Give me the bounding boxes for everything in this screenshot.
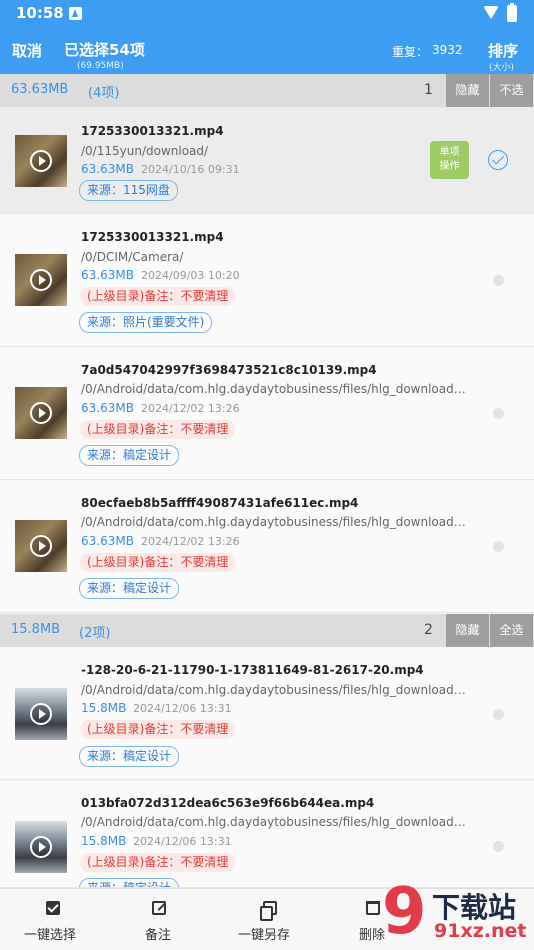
video-thumbnail[interactable] (15, 520, 67, 572)
unchecked-icon[interactable] (493, 275, 504, 286)
source-tag[interactable]: 来源：稿定设计 (79, 746, 180, 767)
group-index: 1 (424, 82, 433, 98)
source-tag[interactable]: 来源：稿定设计 (79, 445, 180, 466)
file-date: 2024/12/06 13:31 (133, 702, 232, 715)
group-index: 2 (424, 622, 433, 638)
source-tag[interactable]: 来源：115网盘 (79, 180, 178, 201)
single-operation-button[interactable]: 单项 操作 (430, 141, 469, 179)
app-bar: 取消 已选择54项 (69.95MB) 重复： 3932 排序 (大小) (0, 28, 534, 74)
file-path: /0/DCIM/Camera/ (81, 250, 184, 264)
wifi-icon (483, 6, 499, 19)
note-action[interactable]: 备注 (106, 889, 213, 950)
source-tag[interactable]: 来源：照片(重要文件) (79, 312, 213, 333)
file-size: 63.63MB (81, 401, 134, 415)
file-path: /0/115yun/download/ (81, 144, 209, 158)
note-label: 备注 (145, 928, 172, 943)
group-header: 15.8MB (2项) 2 隐藏 全选 (0, 614, 534, 647)
duplicate-label: 重复： (392, 45, 429, 59)
cancel-button[interactable]: 取消 (12, 40, 42, 61)
watermark-nine: 9 (382, 875, 427, 949)
video-thumbnail[interactable] (15, 135, 67, 187)
group-hide-button[interactable]: 隐藏 (446, 614, 489, 647)
file-size: 63.63MB (81, 162, 134, 176)
file-date: 2024/09/03 10:20 (141, 269, 240, 282)
app-notification-icon (69, 7, 82, 20)
file-path: /0/Android/data/com.hlg.daydaytobusiness… (81, 683, 467, 697)
selection-title: 已选择54项 (64, 41, 145, 59)
file-size: 63.63MB (81, 268, 134, 282)
group-header: 63.63MB (4项) 1 隐藏 不选 (0, 74, 534, 107)
copy-icon (260, 901, 277, 921)
file-date: 2024/12/02 13:26 (141, 535, 240, 548)
note-tag: (上级目录)备注：不要清理 (80, 287, 236, 306)
file-size: 63.63MB (81, 534, 134, 548)
group-deselect-button[interactable]: 不选 (490, 74, 533, 107)
play-icon (30, 836, 52, 858)
file-path: /0/Android/data/com.hlg.daydaytobusiness… (81, 515, 467, 529)
battery-icon (507, 3, 517, 22)
group-count: (4项) (88, 86, 120, 101)
play-icon (30, 535, 52, 557)
save-as-action[interactable]: 一键另存 (213, 889, 320, 950)
group-select-all-button[interactable]: 全选 (490, 614, 533, 647)
unchecked-icon[interactable] (493, 408, 504, 419)
file-path: /0/Android/data/com.hlg.daydaytobusiness… (81, 382, 467, 396)
selection-size: (69.95MB) (77, 61, 124, 71)
status-time: 10:58 (16, 4, 64, 22)
status-bar: 10:58 (0, 0, 534, 28)
file-size: 15.8MB (81, 701, 127, 715)
file-row[interactable]: 1725330013321.mp4 /0/115yun/download/ 63… (0, 107, 534, 214)
video-thumbnail[interactable] (15, 688, 67, 740)
file-name: 80ecfaeb8b5affff49087431afe611ec.mp4 (81, 496, 359, 510)
note-tag: (上级目录)备注：不要清理 (80, 420, 236, 439)
play-icon (30, 703, 52, 725)
play-icon (30, 269, 52, 291)
file-row[interactable]: 80ecfaeb8b5affff49087431afe611ec.mp4 /0/… (0, 480, 534, 613)
sort-mode: (大小) (489, 63, 515, 73)
select-all-label: 一键选择 (24, 928, 77, 943)
file-date: 2024/12/02 13:26 (141, 402, 240, 415)
note-tag: (上级目录)备注：不要清理 (80, 720, 236, 739)
file-date: 2024/12/06 13:31 (133, 835, 232, 848)
file-date: 2024/10/16 09:31 (141, 163, 240, 176)
file-name: 013bfa072d312dea6c563e9f66b644ea.mp4 (81, 796, 375, 810)
source-tag[interactable]: 来源：稿定设计 (79, 578, 180, 599)
file-name: 1725330013321.mp4 (81, 124, 224, 138)
note-tag: (上级目录)备注：不要清理 (80, 553, 236, 572)
file-row[interactable]: 7a0d547042997f3698473521c8c10139.mp4 /0/… (0, 347, 534, 480)
note-tag: (上级目录)备注：不要清理 (80, 853, 236, 872)
file-name: -128-20-6-21-11790-1-173811649-81-2617-2… (81, 663, 424, 677)
unchecked-icon[interactable] (493, 541, 504, 552)
video-thumbnail[interactable] (15, 387, 67, 439)
unchecked-icon[interactable] (493, 709, 504, 720)
file-size: 15.8MB (81, 834, 127, 848)
edit-icon (152, 901, 166, 915)
trash-icon (366, 901, 380, 915)
file-row[interactable]: 013bfa072d312dea6c563e9f66b644ea.mp4 /0/… (0, 781, 534, 888)
group-hide-button[interactable]: 隐藏 (446, 74, 489, 107)
group-size: 63.63MB (11, 82, 69, 97)
file-name: 1725330013321.mp4 (81, 230, 224, 244)
play-icon (30, 150, 52, 172)
group-size: 15.8MB (11, 622, 61, 637)
video-thumbnail[interactable] (15, 254, 67, 306)
file-row[interactable]: 1725330013321.mp4 /0/DCIM/Camera/ 63.63M… (0, 214, 534, 347)
file-path: /0/Android/data/com.hlg.daydaytobusiness… (81, 815, 467, 829)
duplicate-count: 3932 (432, 43, 463, 57)
unchecked-icon[interactable] (493, 841, 504, 852)
source-tag[interactable]: 来源：稿定设计 (79, 878, 180, 887)
play-icon (30, 402, 52, 424)
sort-button[interactable]: 排序 (488, 40, 518, 61)
checked-icon[interactable] (488, 150, 508, 170)
watermark-logo: 9 下载站 91xz.net (382, 876, 534, 950)
watermark-domain: 91xz.net (434, 920, 527, 942)
group-count: (2项) (79, 626, 111, 641)
checkbox-icon (46, 901, 60, 915)
file-name: 7a0d547042997f3698473521c8c10139.mp4 (81, 363, 377, 377)
file-row[interactable]: -128-20-6-21-11790-1-173811649-81-2617-2… (0, 647, 534, 780)
save-as-label: 一键另存 (238, 928, 291, 943)
select-all-action[interactable]: 一键选择 (0, 889, 106, 950)
video-thumbnail[interactable] (15, 821, 67, 873)
